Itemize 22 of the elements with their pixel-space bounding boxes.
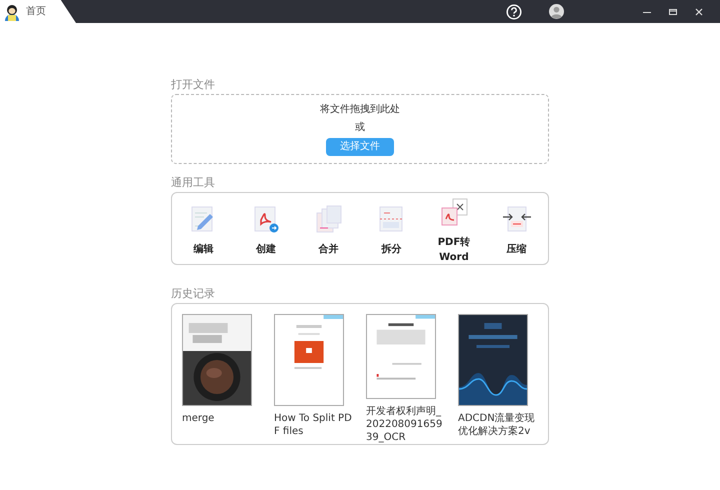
pdf-to-word-icon xyxy=(438,196,469,226)
history-file[interactable]: 开发者权利声明_20220809165939_OCR xyxy=(366,314,444,444)
compress-icon xyxy=(502,204,532,234)
tool-button[interactable]: 压缩 xyxy=(488,204,545,257)
section-title: 通用工具 xyxy=(171,176,216,190)
history-file[interactable]: ADCDN流量变现优化解决方案2v xyxy=(458,314,536,444)
tool-button[interactable]: 合并 xyxy=(300,204,357,257)
drop-hint: 将文件拖拽到此处 xyxy=(320,102,400,117)
tab-label: 首页 xyxy=(26,5,46,19)
section-title: 打开文件 xyxy=(171,78,216,92)
section-title: 历史记录 xyxy=(171,287,216,301)
logo-icon xyxy=(4,2,20,20)
history-file[interactable]: How To Split PDF files xyxy=(274,314,352,444)
or-text: 或 xyxy=(355,120,365,135)
tool-button[interactable]: 拆分 xyxy=(363,204,420,257)
tool-button[interactable]: 创建 xyxy=(238,204,294,257)
history-file[interactable]: merge xyxy=(182,314,260,444)
tool-button[interactable]: PDF转Word xyxy=(426,196,482,264)
drop-zone[interactable]: 将文件拖拽到此处 或 选择文件 xyxy=(171,94,549,164)
home-tab[interactable]: 首页 xyxy=(0,0,76,23)
tool-button[interactable]: 编辑 xyxy=(175,204,232,257)
merge-pages-icon xyxy=(314,204,344,234)
